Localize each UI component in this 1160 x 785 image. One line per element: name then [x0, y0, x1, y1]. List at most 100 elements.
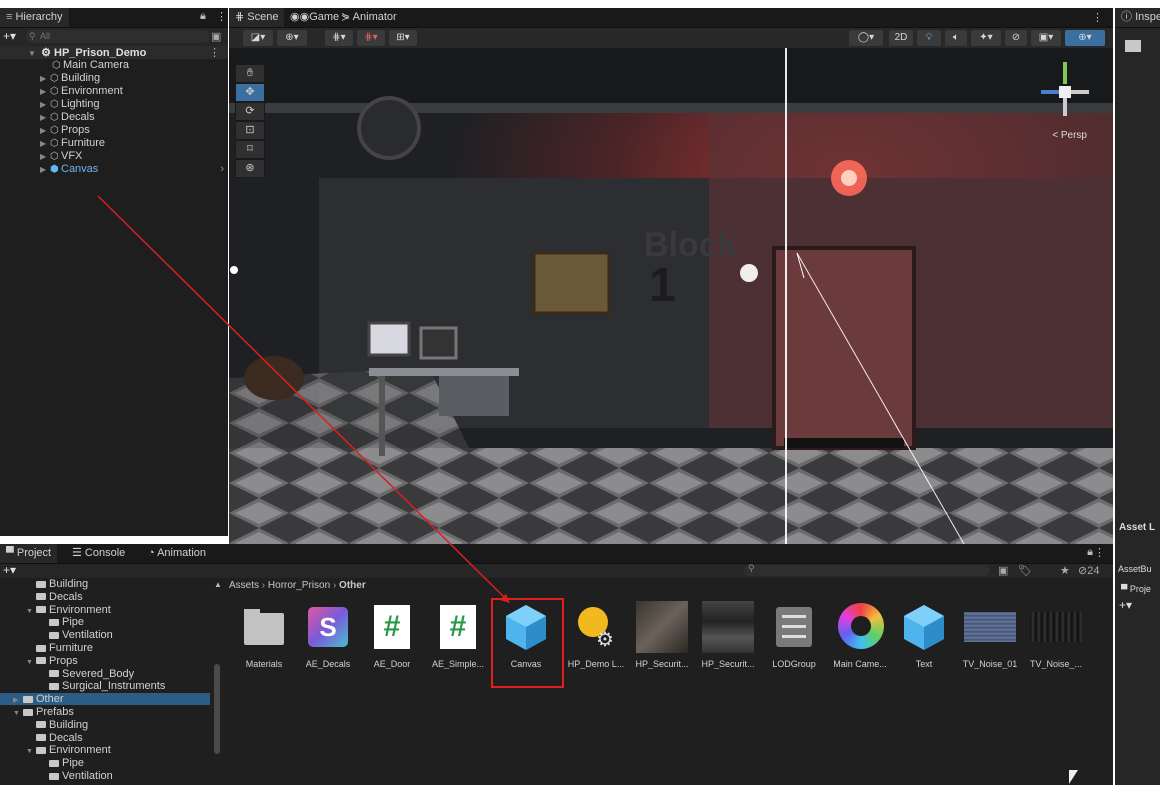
expand-arrow-icon[interactable]: ▼ — [28, 49, 38, 58]
lighting-settings-icon: ⚙ — [570, 601, 622, 653]
audio-toggle-icon[interactable]: 🔈︎ — [945, 30, 967, 46]
add-icon[interactable]: +▾ — [3, 29, 16, 43]
asset-item[interactable]: LODGroup — [764, 601, 824, 669]
tab-inspector[interactable]: ⓘ Inspe — [1115, 8, 1160, 27]
folder-tree-item[interactable]: Surgical_Instruments — [0, 680, 210, 692]
folder-tree-item[interactable]: ▶ Other — [0, 693, 210, 706]
tree-scrollbar[interactable] — [214, 664, 220, 754]
asset-item[interactable]: HP_Securit... — [632, 601, 692, 669]
favorite-star-icon[interactable]: ★ — [1060, 564, 1070, 577]
lighting-toggle-icon[interactable]: 💡︎ — [917, 30, 941, 46]
increment-snap-dropdown[interactable]: ⊞▾ — [389, 30, 417, 46]
expand-arrow-icon[interactable]: ▶ — [40, 111, 50, 124]
breadcrumb-other[interactable]: Other — [339, 580, 366, 591]
folder-tree-item[interactable]: ▼ Props — [0, 655, 210, 667]
tab-hierarchy[interactable]: ≡ Hierarchy — [0, 8, 69, 27]
scroll-up-arrow-icon[interactable]: ▲ — [214, 580, 222, 589]
persp-label[interactable]: < Persp — [1052, 130, 1087, 141]
asset-item[interactable]: # AE_Door — [362, 601, 422, 669]
gizmos-dropdown[interactable]: ⊕▾ — [1065, 30, 1105, 46]
folder-tree-item[interactable]: Building — [0, 578, 210, 590]
folder-tree-item[interactable]: Building — [0, 719, 210, 731]
asset-item[interactable]: S AE_Decals — [298, 601, 358, 669]
transform-tool-icon[interactable]: ⊛ — [235, 159, 265, 178]
project-search-input[interactable]: ⚲ — [744, 563, 990, 576]
folder-tree-item[interactable]: Pipe — [0, 616, 210, 628]
hidden-objects-icon[interactable]: ⊘ — [1005, 30, 1027, 46]
hand-tool-icon[interactable]: ✋︎ — [235, 64, 265, 83]
expand-arrow-icon[interactable]: ▶ — [40, 72, 50, 85]
hierarchy-item-main-camera[interactable]: ⬡ Main Camera — [0, 59, 228, 72]
tab-project[interactable]: ▀ Project — [0, 544, 58, 563]
scene-visibility-icon[interactable]: ▣ — [211, 30, 221, 43]
folder-tree-item[interactable]: ▼ Prefabs — [0, 706, 210, 718]
hierarchy-item-vfx[interactable]: ▶ ⬡ VFX — [0, 150, 228, 163]
asset-item[interactable]: Main Came... — [830, 601, 890, 669]
asset-item[interactable]: Text — [894, 601, 954, 669]
tab-animation[interactable]: ◔ Animation — [142, 544, 212, 563]
asset-item[interactable]: HP_Securit... — [698, 601, 758, 669]
asset-item[interactable]: TV_Noise_01 — [960, 601, 1020, 669]
toggle-2d-button[interactable]: 2D — [889, 30, 913, 46]
hierarchy-item-canvas[interactable]: ▶ ⬢ Canvas › — [0, 163, 228, 176]
expand-arrow-icon[interactable]: ▶ — [40, 150, 50, 163]
expand-arrow-icon[interactable]: ▶ — [40, 85, 50, 98]
folder-tree-item[interactable]: Decals — [0, 732, 210, 744]
shading-mode-dropdown[interactable]: ◯▾ — [849, 30, 883, 46]
more-menu-icon[interactable]: ⋮ — [216, 10, 227, 23]
tab-console[interactable]: ☰ Console — [66, 544, 131, 563]
hierarchy-item-furniture[interactable]: ▶ ⬡ Furniture — [0, 137, 228, 150]
folder-tree-item[interactable]: Pipe — [0, 757, 210, 769]
pivot-dropdown[interactable]: ⊕▾ — [277, 30, 307, 46]
lock-icon[interactable]: 🔒︎ — [1087, 546, 1093, 559]
add-icon[interactable]: +▾ — [3, 563, 16, 577]
hierarchy-item-decals[interactable]: ▶ ⬡ Decals — [0, 111, 228, 124]
tab-animator[interactable]: ⋟ Animator — [335, 8, 403, 27]
lock-icon[interactable]: 🔒︎ — [200, 10, 206, 23]
grid-snap-dropdown[interactable]: ⋕▾ — [325, 30, 353, 46]
more-menu-icon[interactable]: ⋮ — [1094, 546, 1105, 559]
orientation-gizmo-icon[interactable] — [1035, 62, 1095, 122]
hierarchy-item-building[interactable]: ▶ ⬡ Building — [0, 72, 228, 85]
expand-arrow-icon[interactable]: ▶ — [40, 163, 50, 176]
scene-viewport[interactable]: Block 1 ✋︎ ✥ ⟳ ⊡ ⌑ ⊛ < Persp — [229, 48, 1113, 544]
folder-tree-item[interactable]: Furniture — [0, 642, 210, 654]
add-icon[interactable]: +▾ — [1119, 598, 1132, 612]
asset-item[interactable]: # AE_Simple... — [428, 601, 488, 669]
asset-item[interactable]: ⚙ HP_Demo L... — [566, 601, 626, 669]
hierarchy-item-props[interactable]: ▶ ⬡ Props — [0, 124, 228, 137]
folder-tree-item[interactable]: Decals — [0, 591, 210, 603]
hierarchy-item-environment[interactable]: ▶ ⬡ Environment — [0, 85, 228, 98]
folder-tree-item[interactable]: Ventilation — [0, 629, 210, 641]
hierarchy-item-lighting[interactable]: ▶ ⬡ Lighting — [0, 98, 228, 111]
search-input[interactable]: ⚲ All — [26, 30, 210, 43]
rect-tool-icon[interactable]: ⌑ — [235, 140, 265, 159]
camera-dropdown[interactable]: ▣▾ — [1031, 30, 1061, 46]
hierarchy-root-row[interactable]: ▼ ⚙ HP_Prison_Demo ⋮ — [0, 46, 228, 59]
tab-scene[interactable]: ⋕ Scene — [229, 8, 285, 27]
grid-plane-dropdown[interactable]: ⋕▾ — [357, 30, 385, 46]
row-menu-icon[interactable]: ⋮ — [209, 46, 220, 59]
more-menu-icon[interactable]: ⋮ — [1092, 11, 1103, 24]
asset-item[interactable]: Materials — [234, 601, 294, 669]
expand-arrow-icon[interactable]: ▶ — [40, 124, 50, 137]
open-prefab-arrow-icon[interactable]: › — [220, 163, 224, 176]
draw-mode-dropdown[interactable]: ◪▾ — [243, 30, 273, 46]
move-tool-icon[interactable]: ✥ — [235, 83, 265, 102]
rotate-tool-icon[interactable]: ⟳ — [235, 102, 265, 121]
hidden-packages-icon[interactable]: ⊘24 — [1078, 564, 1099, 577]
expand-arrow-icon[interactable]: ▶ — [40, 98, 50, 111]
breadcrumb-assets[interactable]: Assets — [229, 580, 259, 591]
effects-dropdown[interactable]: ✦▾ — [971, 30, 1001, 46]
folder-tree-item[interactable]: Ventilation — [0, 770, 210, 782]
folder-tree-item[interactable]: ▼ Environment — [0, 744, 210, 756]
folder-tree-item[interactable]: Severed_Body — [0, 668, 210, 680]
search-by-label-icon[interactable]: 🏷︎ — [1018, 564, 1032, 577]
folder-tree-item[interactable]: ▼ Environment — [0, 604, 210, 616]
search-by-type-icon[interactable]: ▣ — [998, 564, 1008, 577]
breadcrumb-horror-prison[interactable]: Horror_Prison — [268, 580, 330, 591]
scale-tool-icon[interactable]: ⊡ — [235, 121, 265, 140]
expand-arrow-icon[interactable]: ▶ — [40, 137, 50, 150]
folder-tree-label: Pipe — [62, 616, 85, 629]
asset-item[interactable]: TV_Noise_... — [1026, 601, 1086, 669]
